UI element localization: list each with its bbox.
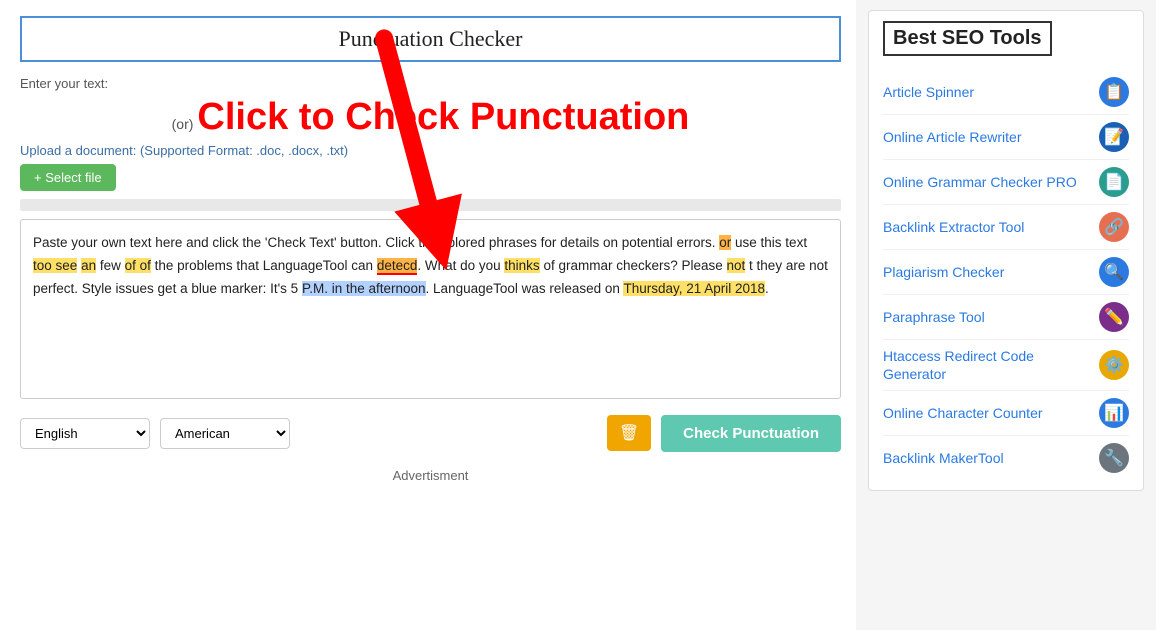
htaccess-icon: ⚙️ [1099, 350, 1129, 380]
click-hint: Click to Check Punctuation [197, 96, 689, 138]
highlight-pm: P.M. in the afternoon [302, 281, 426, 296]
backlink-extractor-icon: 🔗 [1099, 212, 1129, 242]
highlight-not: not [727, 258, 746, 273]
list-item: Online Article Rewriter 📝 [883, 115, 1129, 160]
highlight-ofof: of of [125, 258, 151, 273]
highlight-or: or [719, 235, 731, 250]
or-text: (or) [172, 116, 194, 132]
backlink-maker-link[interactable]: Backlink MakerTool [883, 449, 1091, 467]
highlight-detecd: detecd [377, 258, 418, 275]
upload-section: Upload a document: (Supported Format: .d… [20, 143, 841, 191]
highlight-toosee: too see [33, 258, 77, 273]
paraphrase-tool-link[interactable]: Paraphrase Tool [883, 308, 1091, 326]
text-editor[interactable]: Paste your own text here and click the '… [20, 219, 841, 399]
list-item: Backlink Extractor Tool 🔗 [883, 205, 1129, 250]
highlight-thinks: thinks [504, 258, 539, 273]
list-item: Paraphrase Tool ✏️ [883, 295, 1129, 340]
article-spinner-link[interactable]: Article Spinner [883, 83, 1091, 101]
progress-bar [20, 199, 841, 211]
main-area: Punctuation Checker Enter your text: (or… [0, 0, 856, 630]
advertisment-label: Advertisment [20, 468, 841, 483]
seo-tools-box: Best SEO Tools Article Spinner 📋 Online … [868, 10, 1144, 491]
backlink-maker-icon: 🔧 [1099, 443, 1129, 473]
article-rewriter-icon: 📝 [1099, 122, 1129, 152]
seo-tools-title: Best SEO Tools [883, 21, 1052, 56]
check-punctuation-button[interactable]: Check Punctuation [661, 415, 841, 452]
right-sidebar: Best SEO Tools Article Spinner 📋 Online … [856, 0, 1156, 630]
list-item: Online Grammar Checker PRO 📄 [883, 160, 1129, 205]
list-item: Online Character Counter 📊 [883, 391, 1129, 436]
trash-button[interactable]: 🗑 [607, 415, 651, 451]
list-item: Plagiarism Checker 🔍 [883, 250, 1129, 295]
title-box: Punctuation Checker [20, 16, 841, 62]
dialect-select[interactable]: American British [160, 418, 290, 449]
enter-text-label: Enter your text: [20, 76, 841, 91]
grammar-checker-icon: 📄 [1099, 167, 1129, 197]
article-rewriter-link[interactable]: Online Article Rewriter [883, 128, 1091, 146]
character-counter-link[interactable]: Online Character Counter [883, 404, 1091, 422]
editor-content: Paste your own text here and click the '… [33, 232, 828, 301]
character-counter-icon: 📊 [1099, 398, 1129, 428]
bottom-controls: English Spanish French German American B… [20, 405, 841, 458]
page-wrapper: Punctuation Checker Enter your text: (or… [0, 0, 1156, 630]
grammar-checker-link[interactable]: Online Grammar Checker PRO [883, 173, 1091, 191]
highlight-an: an [81, 258, 96, 273]
paraphrase-tool-icon: ✏️ [1099, 302, 1129, 332]
plagiarism-checker-link[interactable]: Plagiarism Checker [883, 263, 1091, 281]
language-select[interactable]: English Spanish French German [20, 418, 150, 449]
plagiarism-checker-icon: 🔍 [1099, 257, 1129, 287]
list-item: Article Spinner 📋 [883, 70, 1129, 115]
seo-tools-list: Article Spinner 📋 Online Article Rewrite… [883, 70, 1129, 480]
page-title: Punctuation Checker [34, 26, 827, 52]
upload-label: Upload a document: (Supported Format: .d… [20, 143, 841, 158]
overlay-hint: (or)Click to Check Punctuation [20, 97, 841, 139]
htaccess-redirect-link[interactable]: Htaccess Redirect Code Generator [883, 347, 1091, 383]
list-item: Htaccess Redirect Code Generator ⚙️ [883, 340, 1129, 391]
list-item: Backlink MakerTool 🔧 [883, 436, 1129, 480]
select-file-button[interactable]: + Select file [20, 164, 116, 191]
backlink-extractor-link[interactable]: Backlink Extractor Tool [883, 218, 1091, 236]
article-spinner-icon: 📋 [1099, 77, 1129, 107]
highlight-date: Thursday, 21 April 2018 [623, 281, 765, 296]
